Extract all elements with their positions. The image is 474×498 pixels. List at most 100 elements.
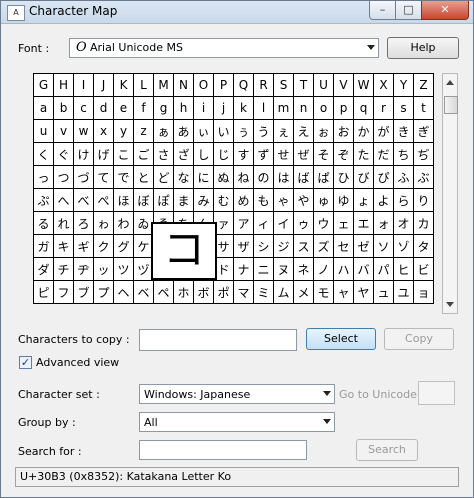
grid-cell[interactable]: が [373, 119, 394, 143]
grid-cell[interactable]: れ [53, 211, 74, 235]
grid-cell[interactable]: ネ [293, 257, 314, 281]
grid-cell[interactable]: ぐ [53, 142, 74, 166]
grid-cell[interactable]: じ [213, 142, 234, 166]
grid-cell[interactable]: a [33, 96, 54, 120]
minimize-button[interactable]: – [369, 1, 396, 20]
grid-cell[interactable]: b [53, 96, 74, 120]
grid-cell[interactable]: ど [153, 165, 174, 189]
grid-cell[interactable]: マ [233, 280, 254, 304]
go-to-unicode-input[interactable] [418, 381, 455, 405]
grid-cell[interactable]: お [333, 119, 354, 143]
grid-cell[interactable]: め [233, 188, 254, 212]
grid-cell[interactable]: え [293, 119, 314, 143]
grid-cell[interactable]: ポ [213, 280, 234, 304]
grid-cell[interactable]: ユ [393, 280, 414, 304]
grid-cell[interactable]: キ [53, 234, 74, 258]
title-bar[interactable]: A Character Map – □ ✕ [1, 1, 473, 24]
grid-scrollbar[interactable] [442, 73, 458, 314]
grid-cell[interactable]: ィ [253, 211, 274, 235]
grid-cell[interactable]: ボ [193, 280, 214, 304]
grid-cell[interactable]: ち [393, 142, 414, 166]
grid-cell[interactable]: ぎ [413, 119, 434, 143]
grid-cell[interactable]: ザ [233, 234, 254, 258]
grid-cell[interactable]: k [233, 96, 254, 120]
grid-cell[interactable]: r [373, 96, 394, 120]
grid-cell[interactable]: ウ [313, 211, 334, 235]
grid-cell[interactable]: c [73, 96, 94, 120]
grid-cell[interactable]: J [93, 73, 114, 97]
grid-cell[interactable]: で [113, 165, 134, 189]
grid-cell[interactable]: o [313, 96, 334, 120]
scroll-down-arrow-icon[interactable] [446, 302, 454, 307]
grid-cell[interactable]: ぴ [373, 165, 394, 189]
grid-cell[interactable]: き [393, 119, 414, 143]
font-dropdown[interactable]: O Arial Unicode MS [69, 38, 379, 58]
grid-cell[interactable]: ア [233, 211, 254, 235]
grid-cell[interactable]: L [133, 73, 154, 97]
grid-cell[interactable]: ェ [333, 211, 354, 235]
grid-cell[interactable]: p [333, 96, 354, 120]
grid-cell[interactable]: S [273, 73, 294, 97]
grid-cell[interactable]: へ [53, 188, 74, 212]
grid-cell[interactable]: K [113, 73, 134, 97]
maximize-button[interactable]: □ [395, 1, 422, 20]
grid-cell[interactable]: ミ [253, 280, 274, 304]
grid-cell[interactable]: ら [393, 188, 414, 212]
grid-cell[interactable]: ッ [93, 257, 114, 281]
group-by-dropdown[interactable]: All [139, 412, 335, 432]
grid-cell[interactable]: Q [233, 73, 254, 97]
grid-cell[interactable]: Z [413, 73, 434, 97]
grid-cell[interactable]: げ [93, 142, 114, 166]
grid-cell[interactable]: だ [373, 142, 394, 166]
grid-cell[interactable]: た [353, 142, 374, 166]
grid-cell[interactable]: セ [333, 234, 354, 258]
grid-cell[interactable]: O [193, 73, 214, 97]
grid-cell[interactable]: ゃ [273, 188, 294, 212]
grid-cell[interactable]: q [353, 96, 374, 120]
grid-cell[interactable]: る [33, 211, 54, 235]
grid-cell[interactable]: I [73, 73, 94, 97]
grid-cell[interactable]: ま [173, 188, 194, 212]
grid-cell[interactable]: ぼ [133, 188, 154, 212]
grid-cell[interactable]: い [213, 119, 234, 143]
grid-cell[interactable]: む [213, 188, 234, 212]
character-set-dropdown[interactable]: Windows: Japanese [139, 384, 335, 404]
grid-cell[interactable]: ゼ [353, 234, 374, 258]
grid-cell[interactable]: し [193, 142, 214, 166]
grid-cell[interactable]: m [273, 96, 294, 120]
grid-cell[interactable]: ひ [333, 165, 354, 189]
grid-cell[interactable]: ヌ [273, 257, 294, 281]
grid-cell[interactable]: は [273, 165, 294, 189]
grid-cell[interactable]: d [93, 96, 114, 120]
grid-cell[interactable]: エ [353, 211, 374, 235]
grid-cell[interactable]: べ [73, 188, 94, 212]
grid-cell[interactable]: ろ [73, 211, 94, 235]
grid-cell[interactable]: ぺ [93, 188, 114, 212]
grid-cell[interactable]: ォ [373, 211, 394, 235]
grid-cell[interactable]: び [353, 165, 374, 189]
grid-cell[interactable]: ョ [413, 280, 434, 304]
grid-cell[interactable]: そ [313, 142, 334, 166]
grid-cell[interactable]: バ [353, 257, 374, 281]
grid-cell[interactable]: ゾ [393, 234, 414, 258]
grid-cell[interactable]: ぬ [213, 165, 234, 189]
grid-cell[interactable]: ズ [313, 234, 334, 258]
grid-cell[interactable]: あ [173, 119, 194, 143]
grid-cell[interactable]: v [53, 119, 74, 143]
grid-cell[interactable]: の [253, 165, 274, 189]
grid-cell[interactable]: ニ [253, 257, 274, 281]
grid-cell[interactable]: タ [413, 234, 434, 258]
grid-cell[interactable]: ノ [313, 257, 334, 281]
grid-cell[interactable]: フ [53, 280, 74, 304]
grid-cell[interactable]: り [413, 188, 434, 212]
grid-cell[interactable]: n [293, 96, 314, 120]
grid-cell[interactable]: ヘ [113, 280, 134, 304]
grid-cell[interactable]: ャ [333, 280, 354, 304]
grid-cell[interactable]: ヂ [73, 257, 94, 281]
grid-cell[interactable]: R [253, 73, 274, 97]
grid-cell[interactable]: ね [233, 165, 254, 189]
grid-cell[interactable]: i [193, 96, 214, 120]
grid-cell[interactable]: ぅ [233, 119, 254, 143]
grid-cell[interactable]: な [173, 165, 194, 189]
grid-cell[interactable]: ぁ [153, 119, 174, 143]
